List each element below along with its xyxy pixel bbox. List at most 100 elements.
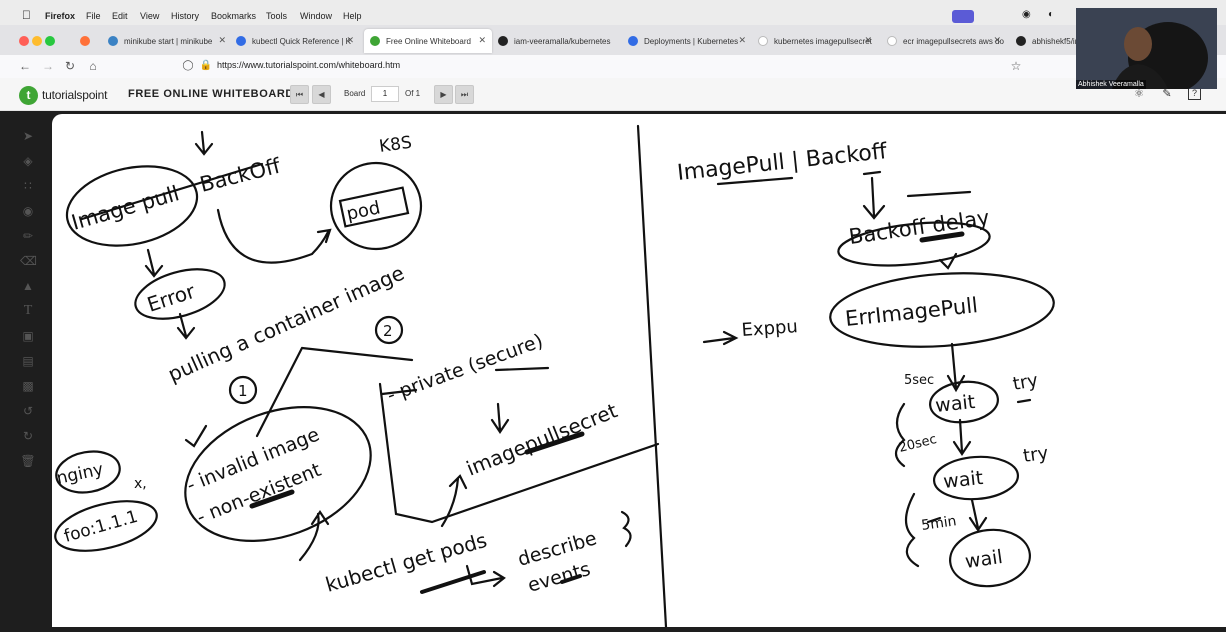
down-arrow [194, 130, 214, 156]
try-label-2: try [1022, 443, 1050, 467]
apple-icon[interactable]:  [22, 9, 34, 22]
close-tab-icon[interactable]: ✕ [218, 35, 226, 46]
underline [906, 190, 972, 198]
forward-arrow-icon[interactable]: → [40, 58, 56, 74]
close-tab-icon[interactable]: ✕ [864, 35, 872, 46]
menu-history[interactable]: History [171, 11, 199, 21]
close-window-button[interactable] [19, 36, 29, 46]
bookmark-star-icon[interactable]: ☆ [1008, 58, 1024, 74]
shield-icon[interactable]: ◯ [180, 58, 196, 74]
board-number-input[interactable]: 1 [371, 86, 399, 102]
palette-icon[interactable]: ◉ [20, 203, 36, 219]
share-icon[interactable]: ⚛ [1132, 87, 1146, 101]
down-arrow [952, 418, 972, 456]
page-header: t tutorialspoint FREE ONLINE WHITEBOARD … [0, 78, 1226, 111]
presenter-name: Abhishek Veeramalla [1076, 80, 1146, 89]
number-two: 2 [383, 322, 393, 340]
next-board-button[interactable]: ▶ [434, 85, 453, 104]
tutorialspoint-logo-icon[interactable]: t [19, 86, 38, 105]
page-title: FREE ONLINE WHITEBOARD [128, 88, 294, 100]
checkmark [938, 252, 958, 270]
checkmark [184, 424, 208, 448]
menu-view[interactable]: View [140, 11, 159, 21]
lock-icon[interactable]: 🔒 [198, 58, 214, 74]
menu-edit[interactable]: Edit [112, 11, 128, 21]
navigation-bar: ← → ↻ ⌂ ◯ 🔒 https://www.tutorialspoint.c… [0, 55, 1226, 79]
last-board-button[interactable]: ⏭ [455, 85, 474, 104]
tab-label: Free Online Whiteboard [386, 36, 471, 46]
underline [1016, 398, 1032, 404]
menu-window[interactable]: Window [300, 11, 332, 21]
close-tab-icon[interactable]: ✕ [478, 35, 486, 46]
tab-google-ecr[interactable]: ecr imagepullsecrets aws do ✕ [887, 29, 1007, 53]
site-logo-text[interactable]: tutorialspoint [42, 88, 107, 102]
url-field[interactable]: https://www.tutorialspoint.com/whiteboar… [217, 60, 400, 70]
zoom-window-button[interactable] [45, 36, 55, 46]
github-icon [498, 36, 508, 46]
menu-help[interactable]: Help [343, 11, 362, 21]
tab-minikube[interactable]: minikube start | minikube ✕ [108, 29, 232, 53]
close-tab-icon[interactable]: ✕ [993, 35, 1001, 46]
close-tab-icon[interactable]: ✕ [346, 35, 354, 46]
pencil-icon[interactable]: ✏ [20, 228, 36, 244]
status-icon[interactable]: ◐ [1048, 9, 1054, 20]
board-count-label: Of 1 [405, 89, 421, 98]
minimize-window-button[interactable] [32, 36, 42, 46]
previous-board-button[interactable]: ◀ [312, 85, 331, 104]
first-board-button[interactable]: ⏮ [290, 85, 309, 104]
down-arrow [862, 176, 886, 220]
status-icon[interactable]: ◉ [1022, 9, 1031, 20]
tab-pinned-firefox[interactable] [80, 29, 104, 53]
home-icon[interactable]: ⌂ [85, 58, 101, 74]
menu-app-name[interactable]: Firefox [45, 11, 75, 21]
select-pointer-icon[interactable]: ➤ [20, 128, 36, 144]
tutorialspoint-icon [370, 36, 380, 46]
tab-deployments[interactable]: Deployments | Kubernetes ✕ [628, 29, 752, 53]
tab-label: kubernetes imagepullsecret [774, 36, 872, 46]
x1-label: x, [134, 476, 147, 492]
kubectl-label: kubectl get pods [323, 528, 490, 597]
pulling-label: pulling a container image [164, 261, 407, 387]
screenshot-icon[interactable]: ▩ [20, 378, 36, 394]
redo-icon[interactable]: ↻ [20, 428, 36, 444]
presentation-icon[interactable]: ▤ [20, 353, 36, 369]
menu-tools[interactable]: Tools [266, 11, 287, 21]
layers-icon[interactable]: ◈ [20, 153, 36, 169]
close-tab-icon[interactable]: ✕ [738, 35, 746, 46]
wait-label-3: wail [964, 546, 1004, 573]
undo-icon[interactable]: ↺ [20, 403, 36, 419]
grid-icon[interactable]: ∷ [20, 178, 36, 194]
right-arrow [702, 330, 739, 346]
image-icon[interactable]: ▣ [20, 328, 36, 344]
edit-icon[interactable]: ✎ [1160, 87, 1174, 101]
errimagepull-label: ErrImagePull [844, 293, 979, 331]
tab-google-imagepullsecret[interactable]: kubernetes imagepullsecret ✕ [758, 29, 878, 53]
presenter-video [1076, 8, 1217, 89]
reload-icon[interactable]: ↻ [62, 58, 78, 74]
menu-bookmarks[interactable]: Bookmarks [211, 11, 256, 21]
trash-icon[interactable]: 🗑 [20, 453, 36, 469]
tab-github-kubernetes[interactable]: iam-veeramalla/kubernetes [498, 29, 620, 53]
brace [904, 492, 920, 568]
tab-whiteboard[interactable]: Free Online Whiteboard ✕ [364, 29, 492, 53]
back-arrow-icon[interactable]: ← [17, 58, 33, 74]
image-pull-label: Image pull [69, 181, 182, 235]
divider-line [636, 124, 668, 629]
webcam-overlay: Abhishek Veeramalla [1076, 8, 1217, 89]
text-tool-icon[interactable]: T [20, 303, 36, 319]
tab-github-abhishek[interactable]: abhishekf5/im [1016, 29, 1076, 53]
screen-share-icon[interactable] [952, 10, 974, 23]
menu-file[interactable]: File [86, 11, 101, 21]
tab-kubectl-reference[interactable]: kubectl Quick Reference | K ✕ [236, 29, 360, 53]
number-one: 1 [238, 382, 248, 400]
tab-label: abhishekf5/im [1032, 36, 1076, 46]
eraser-icon[interactable]: ⌫ [20, 253, 37, 269]
error-label: Error [144, 279, 199, 317]
whiteboard-canvas[interactable]: K8S pod Image pull BackOff Error pulling… [52, 114, 1226, 629]
shapes-icon[interactable]: ▲ [20, 278, 36, 294]
whiteboard-drawing: K8S pod Image pull BackOff Error pulling… [54, 124, 1055, 629]
tab-label: kubectl Quick Reference | K [252, 36, 352, 46]
down-arrow [968, 498, 988, 532]
tab-label: ecr imagepullsecrets aws do [903, 36, 1004, 46]
tab-label: Deployments | Kubernetes [644, 36, 739, 46]
